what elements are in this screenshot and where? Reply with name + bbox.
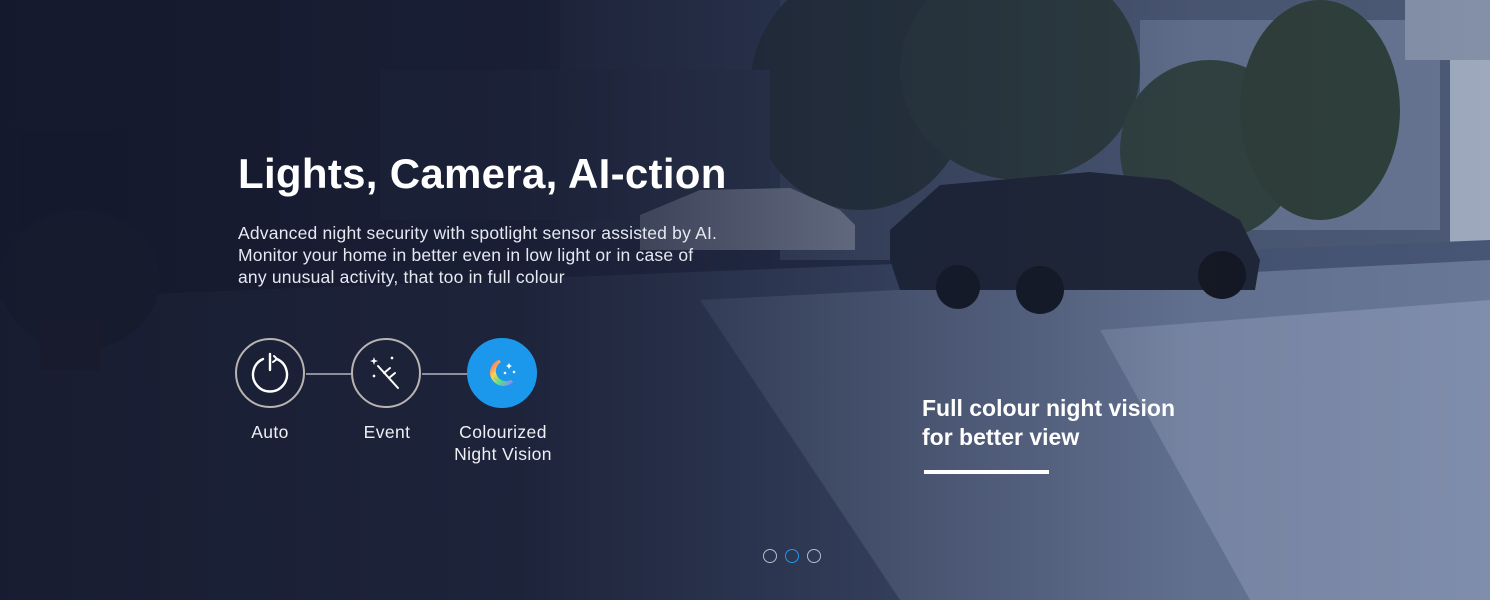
- carousel-dot-3[interactable]: [807, 549, 821, 563]
- colour-moon-icon: [490, 359, 516, 386]
- colourized-night-vision-label: Colourized Night Vision: [454, 422, 552, 464]
- colourized-night-vision-button[interactable]: [467, 338, 537, 408]
- hero-title: Lights, Camera, AI-ction: [238, 150, 727, 197]
- mode-connector: [422, 373, 468, 375]
- auto-mode-label: Auto: [251, 422, 289, 442]
- slide-caption: Full colour night vision for better view: [922, 395, 1175, 450]
- hero-description-line: Advanced night security with spotlight s…: [238, 223, 718, 243]
- event-mode-label: Event: [363, 422, 411, 442]
- carousel-pagination: [763, 549, 821, 563]
- hero-description: Advanced night security with spotlight s…: [238, 222, 798, 288]
- auto-mode-button[interactable]: [235, 338, 305, 408]
- carousel-dot-1[interactable]: [763, 549, 777, 563]
- power-icon: [251, 352, 289, 393]
- carousel-dot-2[interactable]: [785, 549, 799, 563]
- magic-wand-icon: [370, 356, 399, 389]
- event-mode-button[interactable]: [351, 338, 421, 408]
- caption-underline: [924, 470, 1049, 474]
- mode-connector: [306, 373, 352, 375]
- hero-description-line: Monitor your home in better even in low …: [238, 245, 694, 265]
- background-photo: [0, 0, 1490, 600]
- hero-description-line: any unusual activity, that too in full c…: [238, 267, 565, 287]
